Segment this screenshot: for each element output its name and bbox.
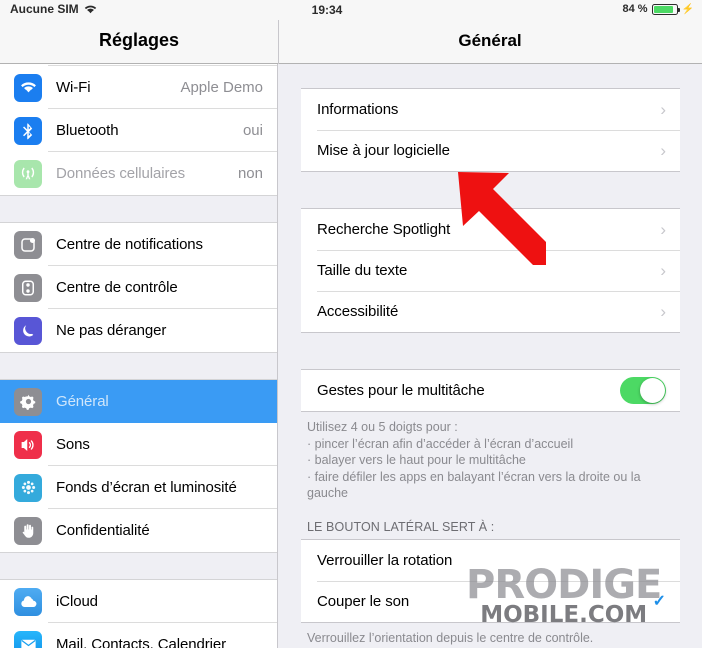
chevron-right-icon: ›: [660, 220, 666, 239]
sidebar-item-label: Mail, Contacts, Calendrier: [56, 636, 226, 648]
toggle-knob: [640, 378, 665, 403]
sidebar-item-confidentialite[interactable]: Confidentialité: [0, 509, 277, 552]
group-spacer-5: [279, 502, 702, 520]
row-label: Mise à jour logicielle: [317, 142, 450, 159]
wallpaper-icon: [14, 473, 42, 502]
sidebar-group-gap: [0, 195, 277, 223]
row-couper-le-son[interactable]: Couper le son ✓: [301, 580, 680, 622]
footnote-intro: Utilisez 4 ou 5 doigts pour :: [307, 420, 458, 434]
info-group: Informations › Mise à jour logicielle ›: [301, 88, 680, 172]
battery-percent-label: 84 %: [622, 3, 648, 15]
sidebar-item-label: Centre de notifications: [56, 236, 203, 253]
side-button-header: LE BOUTON LATÉRAL SERT À :: [307, 519, 495, 534]
cellular-antenna-icon: [14, 159, 42, 188]
row-verrouiller-la-rotation[interactable]: Verrouiller la rotation: [301, 540, 680, 581]
sidebar-item-mail-contacts-calendrier[interactable]: Mail, Contacts, Calendrier: [0, 623, 277, 648]
chevron-right-icon: ›: [660, 100, 666, 119]
group-spacer-3: [279, 333, 702, 357]
chevron-right-icon: ›: [660, 302, 666, 321]
sidebar-item-label: Bluetooth: [56, 122, 119, 139]
side-button-group: Verrouiller la rotation Couper le son ✓: [301, 538, 680, 623]
multitask-footnote: Utilisez 4 ou 5 doigts pour : · pincer l…: [307, 419, 676, 502]
hand-icon: [14, 516, 42, 545]
sidebar-item-fonds-decran[interactable]: Fonds d’écran et luminosité: [0, 466, 277, 509]
icloud-icon: [14, 587, 42, 616]
sidebar-item-icloud[interactable]: iCloud: [0, 580, 277, 623]
settings-title: Réglages: [98, 30, 180, 50]
sidebar-item-label: Données cellulaires: [56, 165, 186, 182]
search-group: Recherche Spotlight › Taille du texte › …: [301, 208, 680, 333]
ipad-settings-screen: Aucune SIM 19:34 84 % ⚡ Réglages Général: [0, 0, 702, 648]
bluetooth-icon: [14, 116, 42, 145]
sidebar-item-wifi[interactable]: Wi-Fi Apple Demo: [0, 66, 277, 109]
status-bar: Aucune SIM 19:34 84 % ⚡: [0, 0, 702, 20]
checkmark-icon: ✓: [652, 593, 666, 610]
battery-fill: [653, 5, 674, 13]
row-label: Informations: [317, 101, 399, 118]
row-accessibilite[interactable]: Accessibilité ›: [301, 291, 680, 332]
sidebar-item-label: Général: [56, 393, 109, 410]
sidebar-item-general[interactable]: Général: [0, 380, 277, 423]
group-spacer-4: [279, 357, 702, 369]
group-spacer-2: [279, 196, 702, 208]
sidebar-group-gap: [0, 552, 277, 580]
side-button-footnote: Verrouillez l’orientation depuis le cent…: [307, 630, 594, 645]
battery-icon: [651, 3, 681, 15]
control-center-icon: [14, 273, 42, 302]
row-recherche-spotlight[interactable]: Recherche Spotlight ›: [301, 209, 680, 250]
row-label: Recherche Spotlight: [317, 221, 451, 238]
footnote-bullet-3: · faire défiler les apps en balayant l’é…: [307, 469, 641, 501]
settings-sidebar[interactable]: Avion Wi-Fi Apple Demo Bluetooth o: [0, 44, 278, 648]
sidebar-group-gap: [0, 352, 277, 380]
row-mise-a-jour-logicielle[interactable]: Mise à jour logicielle ›: [301, 130, 680, 171]
footnote-bullet-2: · balayer vers le haut pour le multitâch…: [307, 453, 526, 467]
row-label: Taille du texte: [317, 262, 408, 279]
nav-divider: [278, 20, 279, 64]
row-gestes-multitache[interactable]: Gestes pour le multitâche: [301, 370, 680, 411]
sidebar-item-donnees-cellulaires[interactable]: Données cellulaires non: [0, 152, 277, 195]
row-informations[interactable]: Informations ›: [301, 89, 680, 130]
chevron-right-icon: ›: [660, 141, 666, 160]
sidebar-item-bluetooth[interactable]: Bluetooth oui: [0, 109, 277, 152]
row-label: Couper le son: [317, 592, 410, 610]
clock-label: 19:34: [311, 3, 343, 17]
sidebar-item-label: iCloud: [56, 593, 98, 610]
wifi-icon: [14, 73, 42, 102]
sidebar-item-ne-pas-deranger[interactable]: Ne pas déranger: [0, 309, 277, 352]
chevron-right-icon: ›: [660, 261, 666, 280]
multitask-group: Gestes pour le multitâche: [301, 369, 680, 412]
sidebar-item-value: Apple Demo: [180, 79, 263, 96]
nav-bar: Réglages Général: [0, 20, 702, 64]
sidebar-item-label: Wi-Fi: [56, 79, 91, 96]
sidebar-item-value: non: [237, 165, 263, 182]
general-settings-pane: Informations › Mise à jour logicielle › …: [279, 64, 702, 648]
speaker-icon: [14, 430, 42, 459]
page-title: Général: [458, 31, 522, 50]
sidebar-item-value: oui: [242, 122, 263, 139]
multitask-gestures-toggle[interactable]: [620, 377, 666, 404]
sidebar-item-centre-de-controle[interactable]: Centre de contrôle: [0, 266, 277, 309]
notification-center-icon: [14, 230, 42, 259]
lightning-bolt-icon: ⚡: [681, 3, 694, 15]
row-taille-du-texte[interactable]: Taille du texte ›: [301, 250, 680, 291]
sidebar-item-label: Confidentialité: [56, 522, 150, 539]
row-label: Gestes pour le multitâche: [317, 382, 485, 399]
sidebar-item-centre-de-notifications[interactable]: Centre de notifications: [0, 223, 277, 266]
row-label: Accessibilité: [317, 303, 399, 320]
sidebar-item-label: Ne pas déranger: [56, 322, 167, 339]
sidebar-item-label: Fonds d’écran et luminosité: [56, 479, 237, 496]
row-label: Verrouiller la rotation: [317, 551, 453, 569]
moon-icon: [14, 316, 42, 345]
footnote-bullet-1: · pincer l’écran afin d’accéder à l’écra…: [307, 436, 574, 451]
sidebar-item-sons[interactable]: Sons: [0, 423, 277, 466]
top-spacer: [279, 64, 702, 88]
mail-icon: [14, 630, 42, 648]
sidebar-item-label: Sons: [56, 436, 90, 453]
sidebar-item-label: Centre de contrôle: [56, 279, 178, 296]
status-bar-right: 84 % ⚡: [622, 3, 694, 15]
gear-icon: [14, 387, 42, 416]
